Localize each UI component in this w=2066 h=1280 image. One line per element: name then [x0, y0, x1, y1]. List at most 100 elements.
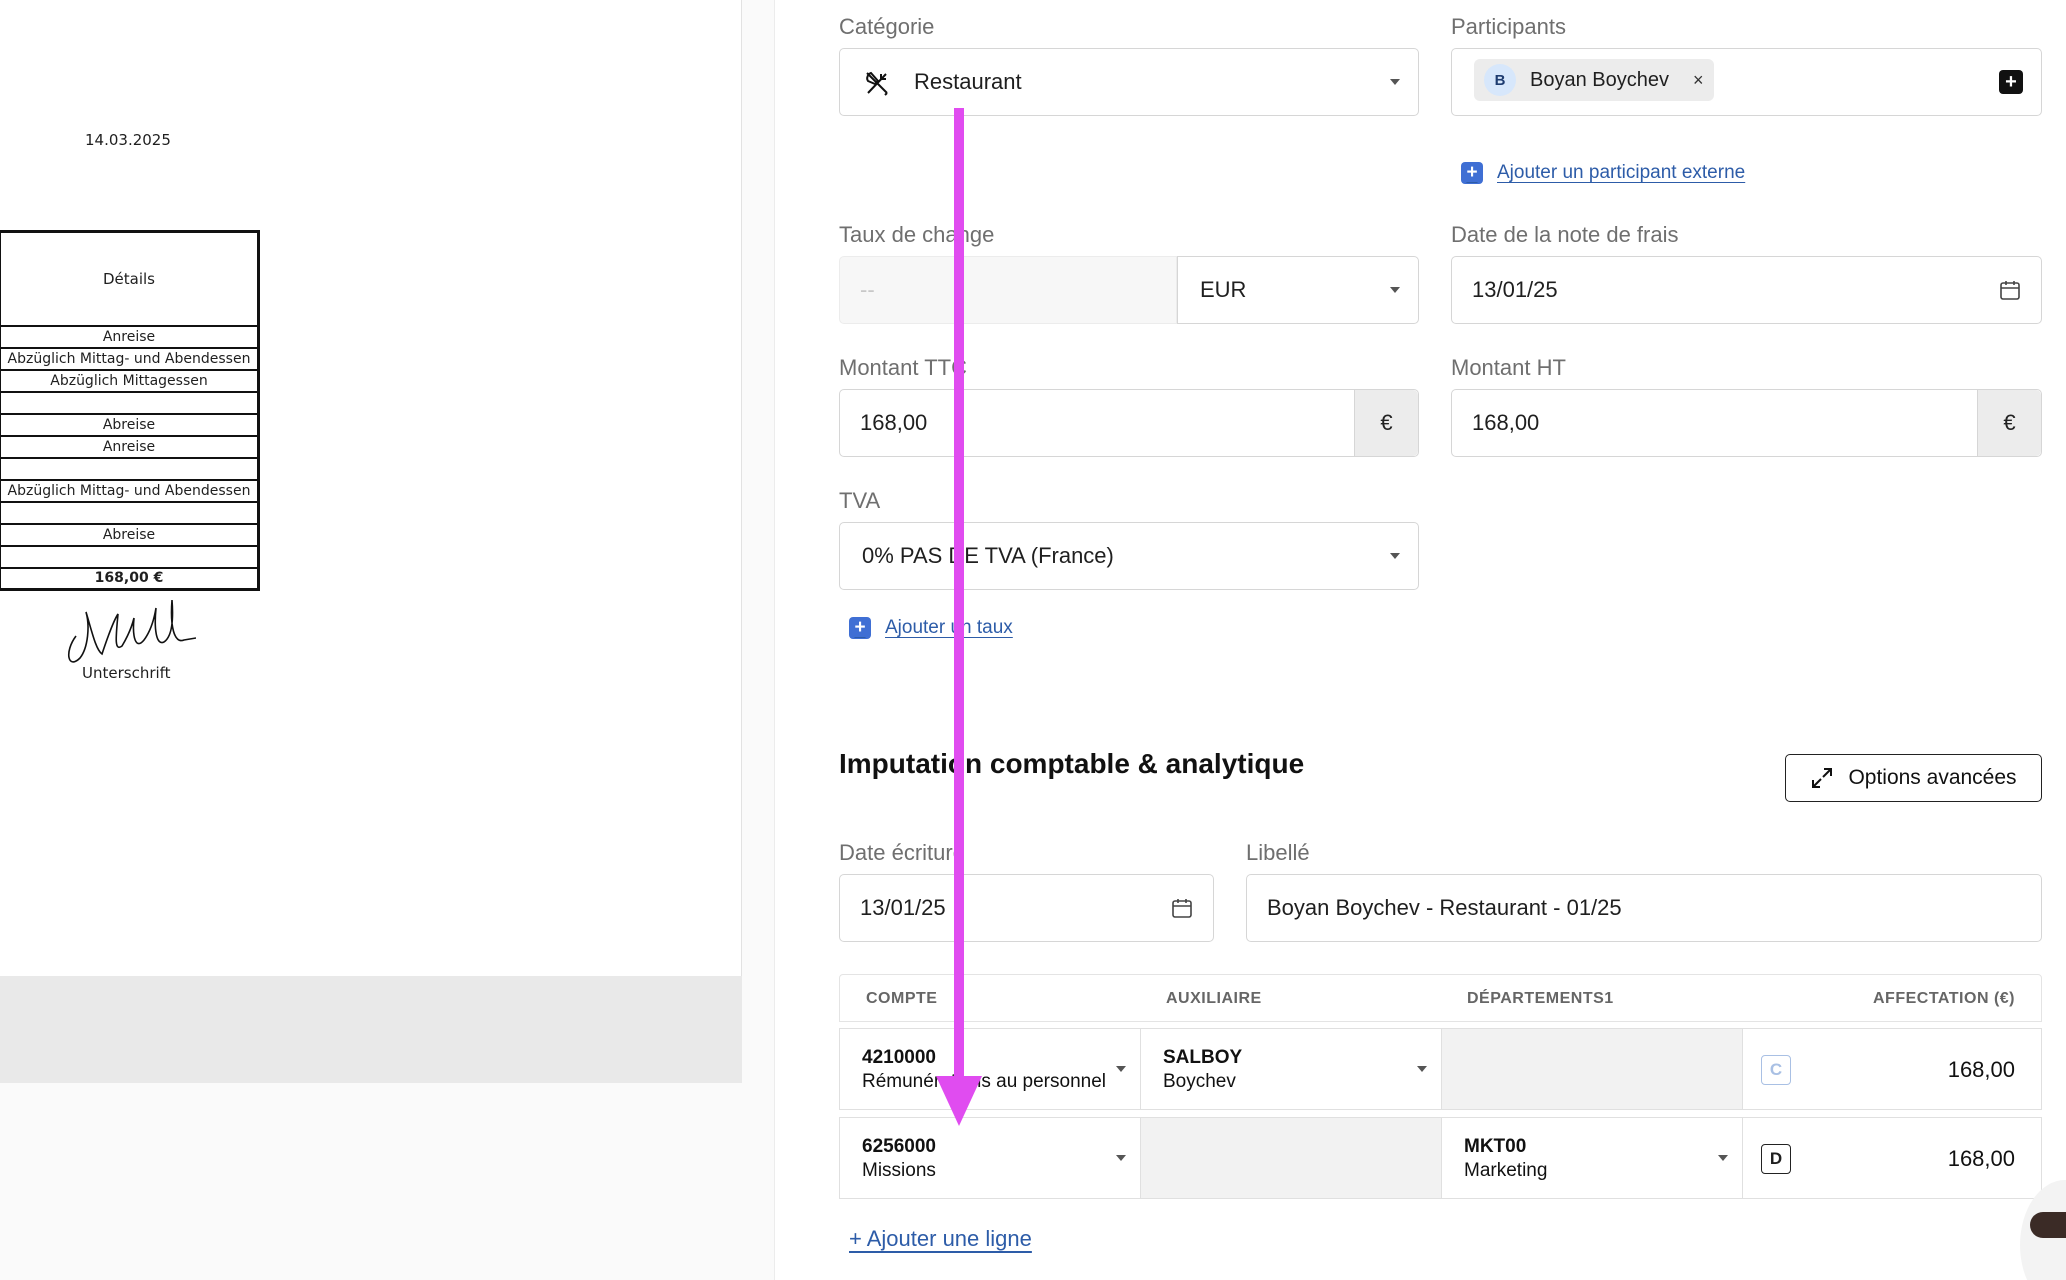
- currency-value: EUR: [1200, 277, 1247, 302]
- participants-label: Participants: [1451, 14, 1566, 39]
- categorie-select[interactable]: Restaurant: [839, 48, 1419, 116]
- montant-ht-label: Montant HT: [1451, 355, 1566, 380]
- chevron-down-icon: [1390, 553, 1400, 559]
- affectation-amount[interactable]: 168,00: [1948, 1146, 2015, 1172]
- tva-label: TVA: [839, 488, 881, 513]
- col-auxiliaire: AUXILIAIRE: [1166, 990, 1262, 1007]
- date-ecriture-value: 13/01/25: [860, 895, 946, 920]
- detail-row: [0, 544, 259, 568]
- compte-code: 4210000: [862, 1047, 936, 1068]
- departement-name: Marketing: [1464, 1160, 1548, 1181]
- affectation-cell: C 168,00: [1743, 1029, 2041, 1109]
- detail-row: Abzüglich Mittagessen: [0, 368, 259, 392]
- chevron-down-icon: [1390, 79, 1400, 85]
- compte-select[interactable]: 4210000 Rémunérations au personnel: [840, 1029, 1141, 1109]
- receipt-date: 14.03.2025: [85, 131, 171, 149]
- receipt-page: 14.03.2025 Détails Anreise Abzüglich Mit…: [0, 0, 742, 976]
- chevron-down-icon: [1718, 1155, 1728, 1161]
- montant-ht-input[interactable]: 168,00 €: [1451, 389, 2042, 457]
- compte-name: Rémunérations au personnel: [862, 1071, 1106, 1092]
- debit-badge[interactable]: D: [1761, 1144, 1791, 1174]
- credit-badge[interactable]: C: [1761, 1055, 1791, 1085]
- add-external-participant-label: Ajouter un participant externe: [1497, 162, 1746, 183]
- plus-icon: +: [849, 617, 871, 639]
- receipt-details-table: Détails Anreise Abzüglich Mittag- und Ab…: [0, 230, 260, 591]
- auxiliaire-name: Boychev: [1163, 1071, 1236, 1092]
- tva-select[interactable]: 0% PAS DE TVA (France): [839, 522, 1419, 590]
- categorie-label: Catégorie: [839, 14, 935, 39]
- add-participant-button[interactable]: +: [1999, 70, 2023, 94]
- detail-row: [0, 390, 259, 414]
- document-preview-pane: 14.03.2025 Détails Anreise Abzüglich Mit…: [0, 0, 742, 1280]
- libelle-value: Boyan Boychev - Restaurant - 01/25: [1267, 895, 1622, 920]
- participants-field[interactable]: B Boyan Boychev × +: [1451, 48, 2042, 116]
- receipt-total: 168,00 €: [0, 566, 259, 590]
- compte-code: 6256000: [862, 1136, 936, 1157]
- plus-icon: +: [1461, 162, 1483, 184]
- montant-ttc-value: 168,00: [860, 410, 928, 435]
- detail-row: Abreise: [0, 522, 259, 546]
- imputation-title: Imputation comptable & analytique: [839, 748, 1305, 779]
- date-note-value: 13/01/25: [1472, 277, 1558, 302]
- compte-select[interactable]: 6256000 Missions: [840, 1118, 1141, 1198]
- advanced-options-button[interactable]: Options avancées: [1785, 754, 2042, 802]
- date-ecriture-input[interactable]: 13/01/25: [839, 874, 1214, 942]
- auxiliaire-code: SALBOY: [1163, 1047, 1243, 1068]
- detail-row: [0, 456, 259, 480]
- signature-image: [68, 599, 196, 663]
- col-affectation: AFFECTATION (€): [1873, 990, 2015, 1007]
- detail-row: [0, 500, 259, 524]
- date-note-input[interactable]: 13/01/25: [1451, 256, 2042, 324]
- date-note-label: Date de la note de frais: [1451, 222, 1679, 247]
- compte-name: Missions: [862, 1160, 936, 1181]
- advanced-options-label: Options avancées: [1848, 766, 2017, 789]
- chevron-down-icon: [1390, 287, 1400, 293]
- details-header: Détails: [102, 269, 155, 288]
- euro-suffix: €: [1354, 390, 1418, 456]
- chat-widget-icon[interactable]: [2030, 1212, 2066, 1238]
- detail-row: Anreise: [0, 434, 259, 458]
- chevron-down-icon: [1417, 1066, 1427, 1072]
- euro-suffix: €: [1977, 390, 2041, 456]
- date-ecriture-label: Date écriture: [839, 840, 965, 865]
- add-line-link[interactable]: + Ajouter une ligne: [849, 1226, 1032, 1252]
- libelle-input[interactable]: Boyan Boychev - Restaurant - 01/25: [1246, 874, 2042, 942]
- calendar-icon[interactable]: [1999, 279, 2021, 301]
- auxiliaire-select[interactable]: SALBOY Boychev: [1141, 1029, 1442, 1109]
- col-compte: COMPTE: [866, 990, 938, 1007]
- montant-ht-value: 168,00: [1472, 410, 1540, 435]
- table-row: 4210000 Rémunérations au personnel SALBO…: [839, 1028, 2042, 1110]
- tva-value: 0% PAS DE TVA (France): [862, 543, 1114, 568]
- detail-row: Abzüglich Mittag- und Abendessen: [0, 478, 259, 502]
- participant-name: Boyan Boychev: [1530, 68, 1669, 91]
- chevron-down-icon: [1116, 1155, 1126, 1161]
- add-external-participant-link[interactable]: + Ajouter un participant externe: [1461, 162, 1745, 184]
- participant-chip: B Boyan Boychev ×: [1474, 59, 1714, 101]
- libelle-label: Libellé: [1246, 840, 1310, 865]
- taux-de-change-value: --: [860, 277, 875, 302]
- departement-code: MKT00: [1464, 1136, 1527, 1157]
- add-rate-link[interactable]: + Ajouter un taux: [849, 617, 1013, 639]
- table-row: 6256000 Missions MKT00 Marketing D 168,0…: [839, 1117, 2042, 1199]
- affectation-cell: D 168,00: [1743, 1118, 2041, 1198]
- affectation-amount[interactable]: 168,00: [1948, 1057, 2015, 1083]
- detail-row: Abzüglich Mittag- und Abendessen: [0, 346, 259, 370]
- expense-form-pane: Catégorie Restaurant Participants B Boya…: [774, 0, 2066, 1280]
- taux-de-change-label: Taux de change: [839, 222, 995, 247]
- detail-row: Abreise: [0, 412, 259, 436]
- close-icon[interactable]: ×: [1693, 70, 1704, 91]
- departement-cell-disabled: [1442, 1029, 1743, 1109]
- currency-select[interactable]: EUR: [1177, 256, 1419, 324]
- montant-ttc-label: Montant TTC: [839, 355, 967, 380]
- calendar-icon[interactable]: [1171, 897, 1193, 919]
- departement-select[interactable]: MKT00 Marketing: [1442, 1118, 1743, 1198]
- taux-de-change-input[interactable]: --: [839, 256, 1177, 324]
- chevron-down-icon: [1116, 1066, 1126, 1072]
- detail-row: Anreise: [0, 324, 259, 348]
- montant-ttc-input[interactable]: 168,00 €: [839, 389, 1419, 457]
- avatar: B: [1484, 64, 1516, 96]
- auxiliaire-cell-disabled: [1141, 1118, 1442, 1198]
- col-departements: DÉPARTEMENTS1: [1467, 990, 1614, 1007]
- signature-label: Unterschrift: [82, 664, 171, 682]
- preview-footer-bar: [0, 976, 742, 1083]
